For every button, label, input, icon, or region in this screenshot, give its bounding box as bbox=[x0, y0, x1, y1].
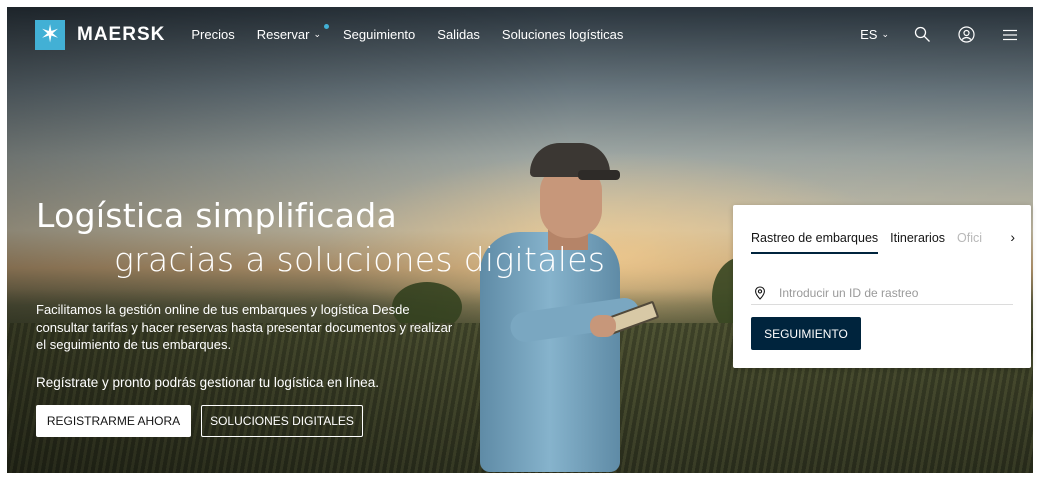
register-now-button[interactable]: REGISTRARME AHORA bbox=[36, 405, 191, 437]
menu-icon[interactable] bbox=[1001, 26, 1019, 44]
hero-cta-text: Regístrate y pronto podrás gestionar tu … bbox=[36, 375, 379, 390]
nav-label: Soluciones logísticas bbox=[501, 27, 624, 42]
chevron-down-icon: ⌄ bbox=[313, 29, 321, 39]
hero-description: Facilitamos la gestión online de tus emb… bbox=[36, 302, 453, 352]
nav-soluciones-logisticas[interactable]: Soluciones logísticas bbox=[502, 27, 623, 42]
digital-solutions-button[interactable]: SOLUCIONES DIGITALES bbox=[201, 405, 363, 437]
language-selector[interactable]: ES ⌄ bbox=[860, 27, 889, 42]
user-icon[interactable] bbox=[957, 26, 975, 44]
nav-label: Salidas bbox=[437, 27, 480, 42]
tracking-field bbox=[751, 281, 1013, 305]
nav-precios[interactable]: Precios bbox=[191, 27, 234, 42]
nav-salidas[interactable]: Salidas bbox=[437, 27, 480, 42]
tab-oficinas[interactable]: Ofici bbox=[957, 231, 982, 252]
headline-line-1: Logística simplificada bbox=[36, 196, 397, 235]
tracking-submit-button[interactable]: SEGUIMIENTO bbox=[751, 317, 861, 350]
tracking-card: Rastreo de embarques Itinerarios Ofici ›… bbox=[733, 205, 1031, 368]
tab-rastreo-de-embarques[interactable]: Rastreo de embarques bbox=[751, 231, 879, 254]
search-icon[interactable] bbox=[913, 26, 931, 44]
farmer-image bbox=[470, 140, 670, 472]
tab-itinerarios[interactable]: Itinerarios bbox=[890, 231, 945, 252]
logo-text: MAERSK bbox=[77, 23, 166, 45]
star-logo-icon: ✶ bbox=[35, 19, 65, 50]
tracking-tabs: Rastreo de embarques Itinerarios Ofici bbox=[751, 231, 1013, 255]
farmer-cap-brim bbox=[578, 170, 620, 180]
main-nav: Precios Reservar ⌄ Seguimiento Salidas So… bbox=[191, 24, 645, 42]
notification-dot bbox=[324, 24, 329, 29]
farmer-hand bbox=[590, 315, 616, 337]
header-actions: ES ⌄ bbox=[860, 7, 1019, 62]
maersk-logo[interactable]: ✶ MAERSK bbox=[35, 19, 166, 50]
chevron-down-icon: ⌄ bbox=[881, 29, 889, 39]
chevron-right-icon[interactable]: › bbox=[1010, 229, 1015, 245]
language-label: ES bbox=[860, 27, 878, 42]
site-header: ✶ MAERSK Precios Reservar ⌄ Seguimiento S… bbox=[7, 7, 1033, 62]
nav-seguimiento[interactable]: Seguimiento bbox=[343, 27, 415, 42]
nav-label: Seguimiento bbox=[343, 27, 416, 42]
tracking-id-input[interactable] bbox=[779, 285, 1013, 300]
headline-line-2: gracias a soluciones digitales bbox=[114, 240, 606, 279]
nav-label: Reservar bbox=[256, 27, 310, 42]
hero-headline: Logística simplificada gracias a solucio… bbox=[36, 196, 605, 280]
location-pin-icon bbox=[755, 285, 765, 300]
nav-label: Precios bbox=[191, 27, 235, 42]
nav-reservar[interactable]: Reservar ⌄ bbox=[256, 24, 329, 42]
